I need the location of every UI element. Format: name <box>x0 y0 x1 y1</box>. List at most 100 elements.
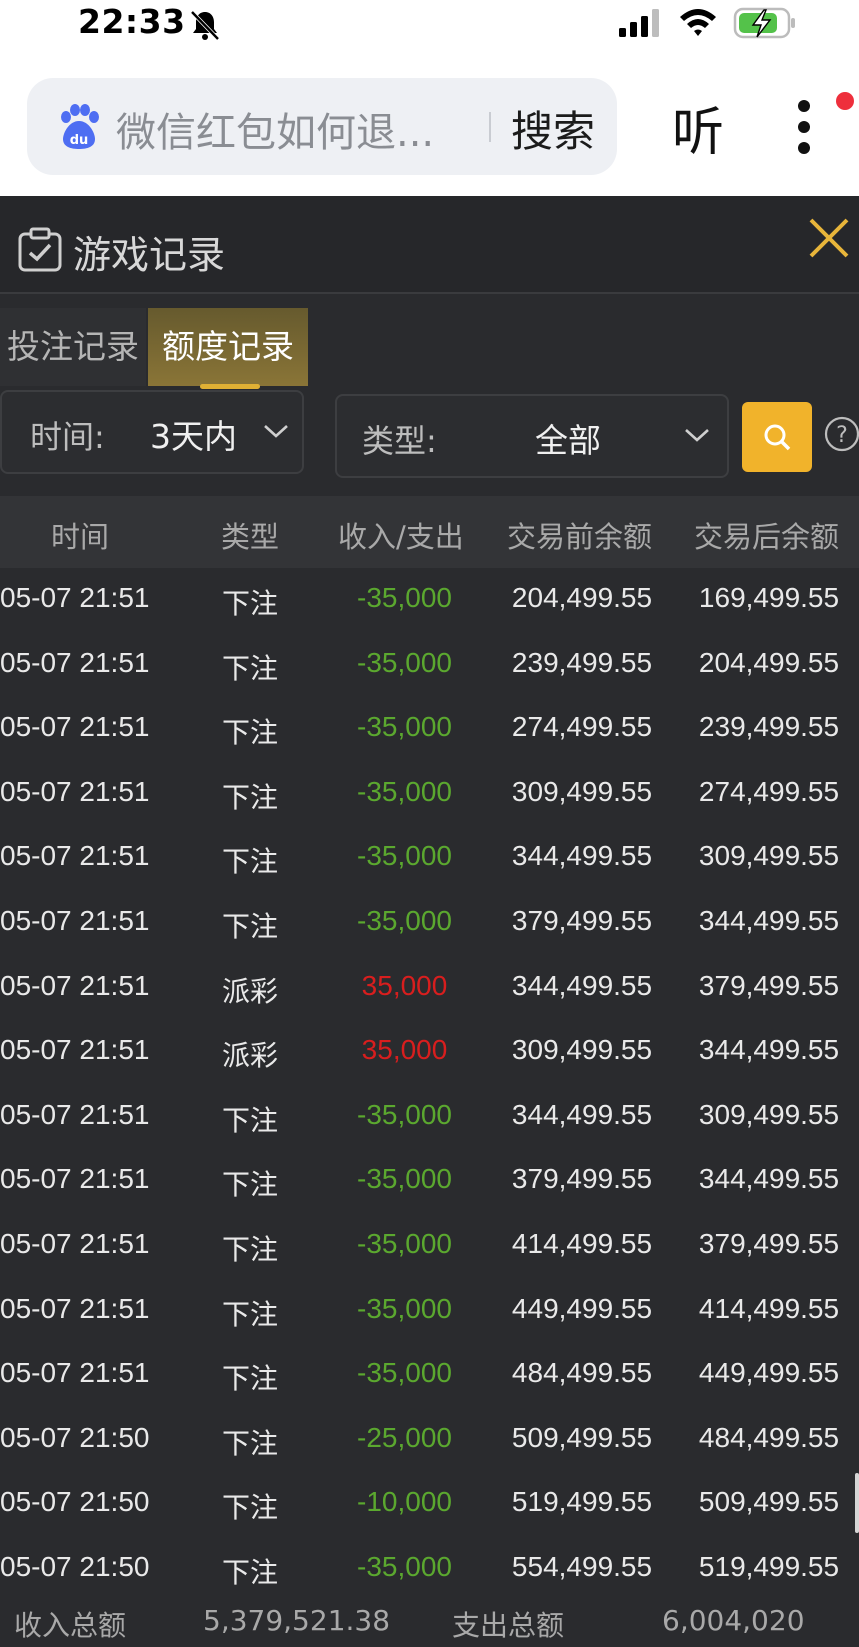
cell-amount: -25,000 <box>357 1421 452 1453</box>
cell-balance-after: 239,499.55 <box>698 711 840 743</box>
cell-balance-after: 379,499.55 <box>698 1227 840 1259</box>
search-submit-button[interactable]: 搜索 <box>511 98 595 159</box>
table-row: 05-07 21:50 下注 -10,000 519,499.55 509,499.55 <box>0 1474 859 1539</box>
cell-amount: -35,000 <box>357 904 452 936</box>
cell-balance-after: 344,499.55 <box>698 1034 840 1066</box>
cell-balance-before: 204,499.55 <box>511 582 653 613</box>
cell-balance-after: 449,499.55 <box>698 1357 840 1389</box>
cell-time: 05-07 21:51 <box>0 711 150 743</box>
table-row: 05-07 21:51 下注 -35,000 239,499.55 204,499.55 <box>0 635 859 700</box>
income-total-label: 收入总额 <box>14 1609 127 1642</box>
summary-bar: 收入总额 5,379,521.38 支出总额 6,004,020 <box>0 1602 859 1647</box>
cell-balance-after: 309,499.55 <box>698 1098 840 1130</box>
cell-type: 派彩 <box>222 1039 279 1073</box>
cell-amount: -35,000 <box>357 1292 452 1324</box>
income-total-value: 5,379,521.38 <box>203 1604 391 1637</box>
cell-amount: -35,000 <box>357 711 452 743</box>
cell-balance-before: 274,499.55 <box>511 711 653 743</box>
listen-button[interactable]: 听 <box>672 90 724 165</box>
table-row: 05-07 21:51 下注 -35,000 344,499.55 309,499.55 <box>0 828 859 893</box>
cell-type: 下注 <box>222 1426 279 1460</box>
signal-icon <box>619 9 659 37</box>
cell-type: 下注 <box>222 909 279 943</box>
cell-time: 05-07 21:51 <box>0 969 150 1001</box>
type-filter-select[interactable]: 类型: 全部 <box>335 394 729 478</box>
cell-type: 下注 <box>222 651 279 685</box>
browser-search-header: du 微信红包如何退... 搜索 听 <box>0 50 859 196</box>
table-header: 时间 类型 收入/支出 交易前余额 交易后余额 <box>0 496 859 568</box>
status-bar: 22:33 <box>0 0 859 50</box>
cell-type: 下注 <box>222 587 279 620</box>
table-row: 05-07 21:51 下注 -35,000 379,499.55 344,499.55 <box>0 893 859 958</box>
table-row: 05-07 21:51 下注 -35,000 379,499.55 344,499.55 <box>0 1151 859 1216</box>
cell-amount: -35,000 <box>357 582 452 613</box>
cell-time: 05-07 21:51 <box>0 1292 150 1324</box>
clipboard-check-icon <box>18 227 62 272</box>
search-query-text[interactable]: 微信红包如何退... <box>116 100 434 158</box>
table-row: 05-07 21:51 下注 -35,000 309,499.55 274,499.55 <box>0 764 859 829</box>
column-header-amount: 收入/支出 <box>338 520 464 554</box>
cell-type: 下注 <box>222 1232 279 1266</box>
cell-balance-after: 274,499.55 <box>698 775 840 807</box>
cell-balance-after: 344,499.55 <box>698 1163 840 1195</box>
cell-time: 05-07 21:51 <box>0 1163 150 1195</box>
baidu-paw-icon: du <box>61 104 99 149</box>
time-filter-label: 时间: <box>30 418 105 456</box>
tab-bet-records[interactable]: 投注记录 <box>0 308 146 386</box>
tab-credit-records[interactable]: 额度记录 <box>148 308 308 386</box>
search-icon <box>764 424 791 451</box>
cell-amount: -35,000 <box>357 1357 452 1389</box>
cell-balance-before: 309,499.55 <box>511 1034 653 1066</box>
cell-time: 05-07 21:51 <box>0 1227 150 1259</box>
table-row: 05-07 21:51 下注 -35,000 414,499.55 379,499.55 <box>0 1216 859 1281</box>
cell-balance-after: 519,499.55 <box>698 1550 840 1582</box>
cell-balance-before: 379,499.55 <box>511 904 653 936</box>
column-header-type: 类型 <box>221 520 280 554</box>
svg-text:du: du <box>70 133 89 148</box>
search-box[interactable]: du 微信红包如何退... 搜索 <box>27 78 617 175</box>
cell-balance-after: 169,499.55 <box>698 582 840 613</box>
table-row: 05-07 21:51 下注 -35,000 204,499.55 169,499.55 <box>0 570 859 635</box>
chevron-down-icon <box>264 425 288 438</box>
cell-type: 下注 <box>222 780 279 814</box>
cell-type: 派彩 <box>222 974 279 1008</box>
cell-amount: -35,000 <box>357 1098 452 1130</box>
cell-time: 05-07 21:51 <box>0 775 150 807</box>
cell-balance-after: 484,499.55 <box>698 1421 840 1453</box>
cell-balance-before: 554,499.55 <box>511 1550 653 1582</box>
table-row: 05-07 21:51 派彩 35,000 344,499.55 379,499.55 <box>0 958 859 1023</box>
cell-balance-before: 344,499.55 <box>511 840 653 872</box>
cell-amount: -35,000 <box>357 1550 452 1582</box>
cell-type: 下注 <box>222 1103 279 1137</box>
table-row: 05-07 21:50 下注 -25,000 509,499.55 484,499.55 <box>0 1410 859 1475</box>
cell-amount: -35,000 <box>357 1163 452 1195</box>
cell-type: 下注 <box>222 1297 279 1331</box>
panel-header: 游戏记录 <box>0 196 859 294</box>
cell-type: 下注 <box>222 716 279 750</box>
chevron-down-icon <box>685 429 709 442</box>
cell-balance-before: 309,499.55 <box>511 775 653 807</box>
cell-balance-before: 509,499.55 <box>511 1421 653 1453</box>
panel-title: 游戏记录 <box>73 233 226 277</box>
cell-balance-before: 344,499.55 <box>511 1098 653 1130</box>
cell-balance-before: 344,499.55 <box>511 969 653 1001</box>
time-filter-select[interactable]: 时间: 3天内 <box>0 390 304 474</box>
wifi-icon <box>680 9 716 36</box>
notification-dot <box>836 92 854 110</box>
cell-amount: -35,000 <box>357 840 452 872</box>
cell-type: 下注 <box>222 1168 279 1202</box>
cell-time: 05-07 21:51 <box>0 1034 150 1066</box>
cell-type: 下注 <box>222 1555 279 1589</box>
search-button[interactable] <box>742 402 812 472</box>
scrollbar[interactable] <box>855 1473 859 1533</box>
cell-amount: 35,000 <box>361 1034 448 1066</box>
cell-amount: -35,000 <box>357 775 452 807</box>
battery-charging-icon <box>733 7 795 39</box>
type-filter-label: 类型: <box>362 422 437 460</box>
close-icon[interactable] <box>807 216 851 260</box>
help-icon[interactable]: ? <box>824 416 859 452</box>
column-header-balance-before: 交易前余额 <box>507 520 653 554</box>
more-vertical-icon[interactable] <box>796 98 812 156</box>
cell-time: 05-07 21:51 <box>0 646 150 678</box>
search-divider <box>489 112 491 142</box>
